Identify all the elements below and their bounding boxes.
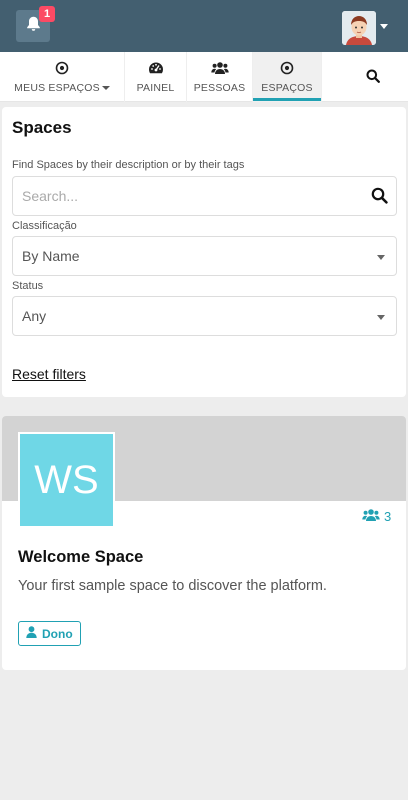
space-members-count[interactable]: 3 [362, 508, 391, 525]
sort-field-label: Classificação [12, 220, 77, 232]
nav-people-label: PESSOAS [193, 82, 246, 94]
nav-spaces[interactable]: ESPAÇOS [253, 52, 321, 102]
space-initials: WS [34, 457, 99, 502]
users-icon [210, 60, 229, 76]
nav-search-button[interactable] [345, 52, 401, 102]
main-navigation: MEUS ESPAÇOS PAINEL PESSOAS ESPAÇOS [0, 52, 408, 102]
chevron-down-icon [377, 255, 385, 260]
status-field-label: Status [12, 280, 44, 292]
members-count-value: 3 [384, 509, 392, 524]
user-avatar[interactable] [342, 11, 376, 45]
notification-count-badge: 1 [39, 6, 55, 22]
nav-divider [321, 52, 322, 102]
search-icon [366, 68, 380, 84]
chevron-down-icon [101, 86, 110, 91]
top-bar: 1 [0, 0, 408, 52]
nav-my-spaces-label-wrap: MEUS ESPAÇOS [14, 82, 110, 94]
nav-my-spaces[interactable]: MEUS ESPAÇOS [0, 52, 124, 102]
nav-spaces-label: ESPAÇOS [261, 82, 313, 94]
target-icon [280, 60, 294, 76]
reset-filters-link[interactable]: Reset filters [12, 366, 86, 382]
chevron-down-icon [377, 315, 385, 320]
nav-dashboard[interactable]: PAINEL [125, 52, 186, 102]
target-icon [55, 60, 69, 76]
sort-select[interactable]: By Name [12, 236, 397, 276]
role-badge: Dono [18, 621, 81, 646]
search-placeholder: Search... [22, 188, 79, 204]
user-menu-caret-icon[interactable] [380, 24, 388, 29]
spaces-filter-panel: Spaces Find Spaces by their description … [2, 107, 406, 397]
users-icon [362, 508, 380, 525]
search-field-label: Find Spaces by their description or by t… [12, 159, 245, 171]
panel-title: Spaces [12, 118, 72, 137]
dashboard-icon [148, 60, 164, 76]
nav-my-spaces-label: MEUS ESPAÇOS [14, 82, 100, 94]
status-selected-value: Any [22, 308, 47, 324]
status-select[interactable]: Any [12, 296, 397, 336]
space-avatar[interactable]: WS [18, 432, 115, 528]
user-icon [26, 626, 37, 641]
space-title[interactable]: Welcome Space [18, 548, 143, 567]
search-input[interactable]: Search... [12, 176, 397, 216]
search-icon[interactable] [371, 187, 388, 209]
space-card[interactable]: WS 3 Welcome Space Your first sample spa… [2, 416, 406, 670]
sort-selected-value: By Name [22, 248, 80, 264]
space-description: Your first sample space to discover the … [18, 578, 327, 594]
active-tab-indicator [253, 98, 321, 101]
role-label: Dono [42, 626, 73, 641]
nav-people[interactable]: PESSOAS [187, 52, 252, 102]
nav-dashboard-label: PAINEL [136, 82, 175, 94]
